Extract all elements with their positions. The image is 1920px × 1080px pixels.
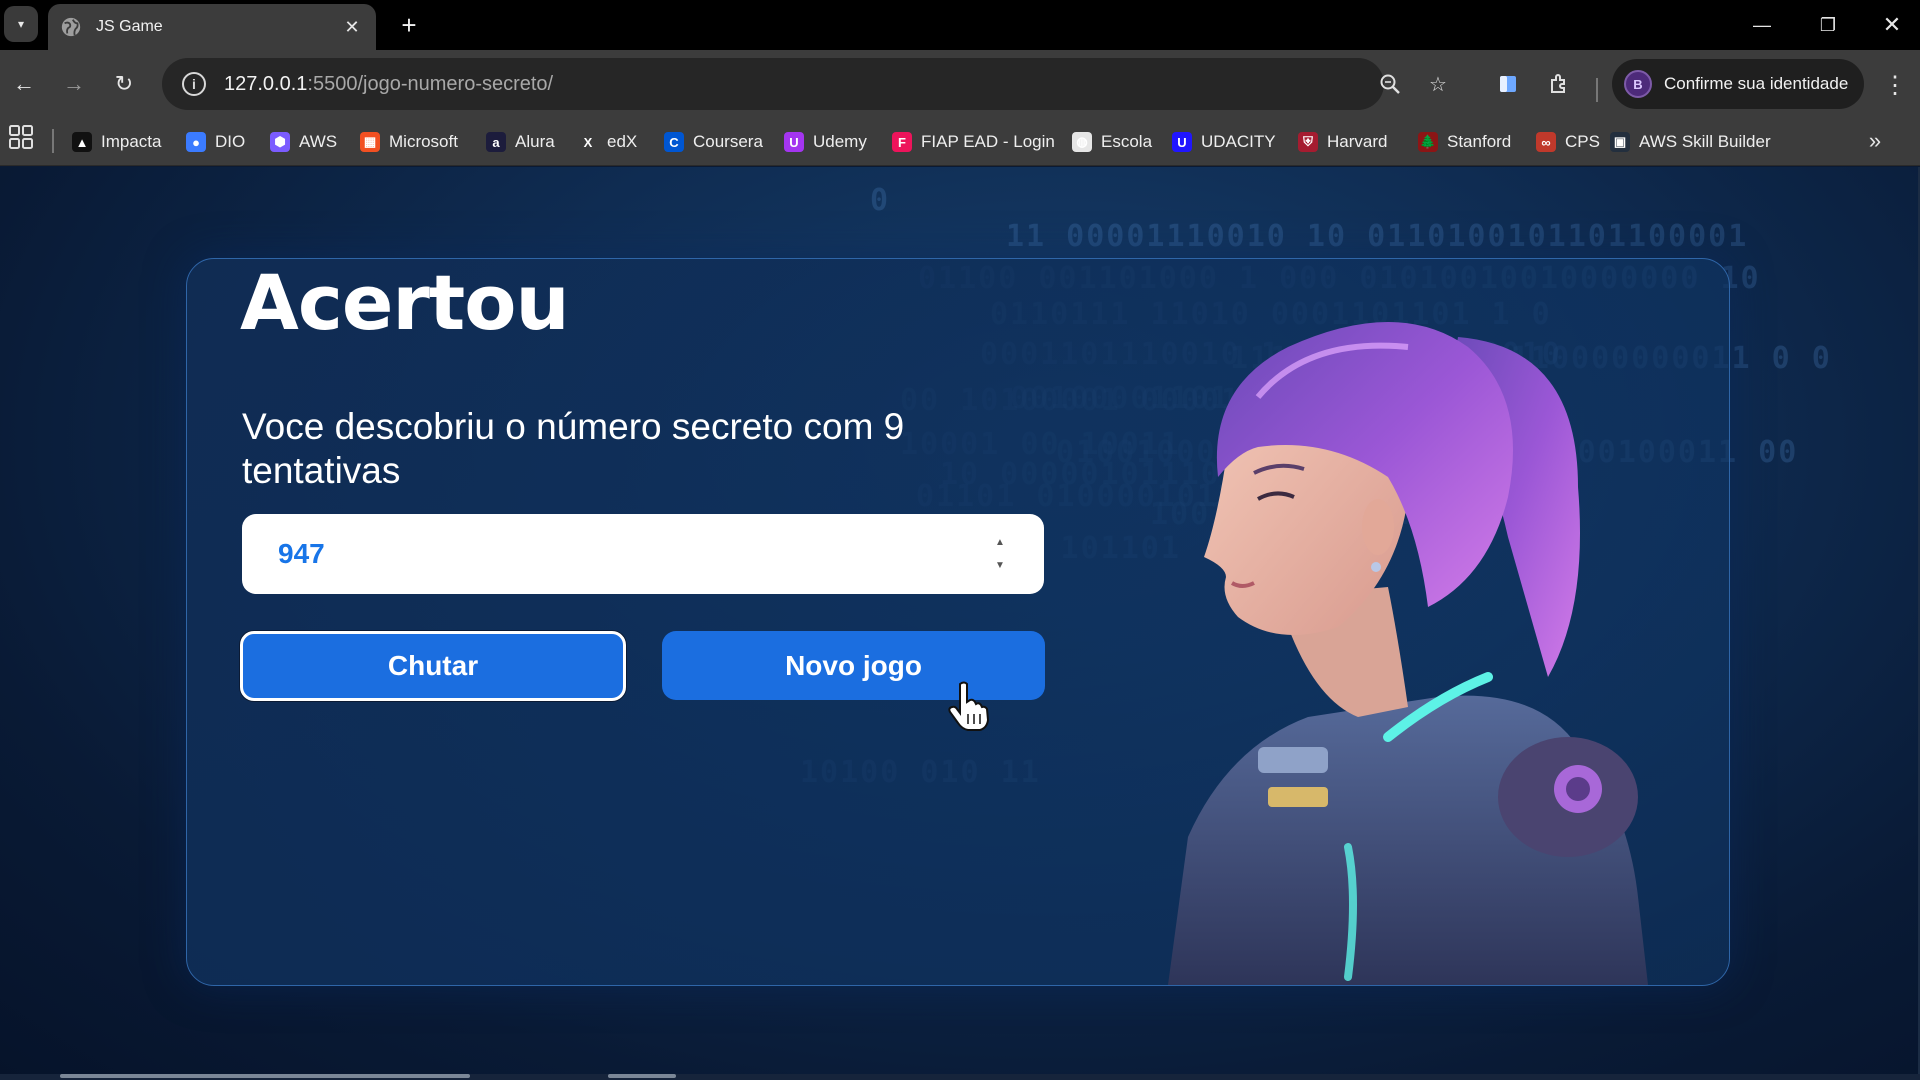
bookmarks-overflow-icon[interactable]: » [1860,126,1890,156]
binary-digits: 0 [870,183,891,218]
result-title: Acertou [240,258,570,347]
udemy-icon: U [784,132,804,152]
browser-toolbar: ← → ↻ i 127.0.0.1:5500/jogo-numero-secre… [0,50,1920,120]
forward-arrow-icon[interactable]: → [54,64,94,104]
bookmark-item[interactable]: 🌲 Stanford [1418,125,1511,159]
horizontal-scrollbar-thumb-secondary[interactable] [608,1074,676,1078]
bookmark-label: Stanford [1447,132,1512,151]
bookmarks-divider [52,129,54,153]
site-info-icon[interactable]: i [182,72,206,96]
impacta-icon: ▲ [72,132,92,152]
bookmark-label: Impacta [101,132,162,151]
new-tab-plus-icon[interactable]: + [392,8,426,42]
cps-icon: ∞ [1536,132,1556,152]
profile-avatar: B [1624,70,1652,98]
fiap-icon: F [892,132,912,152]
bookmark-item[interactable]: ▦ Microsoft [360,125,458,159]
udacity-icon: U [1172,132,1192,152]
restore-icon[interactable]: ❐ [1796,0,1860,50]
bookmark-label: Escola [1101,132,1153,151]
spin-down-icon[interactable]: ▼ [995,560,1005,571]
url-path: :5500/jogo-numero-secreto/ [307,72,554,95]
bookmark-label: edX [607,132,638,151]
bookmark-item[interactable]: ▲ Impacta [72,125,161,159]
horizontal-scrollbar-thumb[interactable] [60,1074,470,1078]
dio-icon: ● [186,132,206,152]
bookmark-label: UDACITY [1201,132,1276,151]
bookmark-item[interactable]: F FIAP EAD - Login [892,125,1055,159]
bookmark-item[interactable]: a Alura [486,125,555,159]
coursera-icon: C [664,132,684,152]
guess-button[interactable]: Chutar [240,631,626,701]
bookmark-label: AWS [299,132,338,151]
chrome-menu-icon[interactable]: ⋮ [1880,68,1910,102]
bookmark-item[interactable]: ⬢ AWS [270,125,337,159]
aws-skill-builder-icon: ▣ [1610,132,1630,152]
address-bar[interactable]: i 127.0.0.1:5500/jogo-numero-secreto/ [162,58,1384,110]
edx-icon: X [578,132,598,152]
reload-icon[interactable]: ↻ [104,64,144,104]
globe-icon: ◍ [1072,132,1092,152]
bookmark-label: DIO [215,132,246,151]
bookmark-label: Udemy [813,132,867,151]
apps-grid-icon[interactable] [8,124,34,150]
tab-title: JS Game [96,18,163,35]
alura-icon: a [486,132,506,152]
hand-cursor-icon [948,681,990,731]
profile-button[interactable]: B Confirme sua identidade [1612,59,1864,109]
bookmark-item[interactable]: U Udemy [784,125,867,159]
bookmark-item[interactable]: ◍ Escola [1072,125,1152,159]
extensions-puzzle-icon[interactable] [1544,68,1576,100]
tab-strip: ▾ JS Game ✕ + — ❐ ✕ [0,0,1920,50]
bookmark-label: CPS [1565,132,1600,151]
spin-up-icon[interactable]: ▲ [995,537,1005,548]
tab-search-dropdown-icon[interactable]: ▾ [4,6,38,42]
number-spinner[interactable]: ▲ ▼ [990,537,1010,571]
active-tab[interactable]: JS Game ✕ [48,4,376,50]
bookmark-label: Coursera [693,132,763,151]
bookmark-item[interactable]: C Coursera [664,125,763,159]
bookmark-label: Alura [515,132,555,151]
binary-digits: 11 00001110010 10 0110100101101100001 [1006,219,1749,254]
bookmark-label: Microsoft [389,132,458,151]
bookmark-item[interactable]: U UDACITY [1172,125,1276,159]
bookmark-item[interactable]: ▣ AWS Skill Builder [1610,125,1771,159]
url-host: 127.0.0.1 [224,72,308,95]
bookmark-item[interactable]: ● DIO [186,125,245,159]
stanford-icon: 🌲 [1418,132,1438,152]
bookmark-item[interactable]: XedX [578,125,637,159]
microsoft-icon: ▦ [360,132,380,152]
tab-close-icon[interactable]: ✕ [340,17,364,38]
bookmark-item[interactable]: ⛨ Harvard [1298,125,1387,159]
side-panel-icon[interactable] [1492,68,1524,100]
bookmark-label: AWS Skill Builder [1639,132,1771,151]
bookmark-label: FIAP EAD - Login [921,132,1055,151]
aws-cube-icon: ⬢ [270,132,290,152]
result-message: Voce descobriu o número secreto com 9 te… [242,406,905,491]
zoom-magnifier-icon[interactable] [1376,70,1404,98]
harvard-icon: ⛨ [1298,132,1318,152]
bookmark-star-icon[interactable]: ☆ [1424,70,1452,98]
toolbar-divider [1596,78,1598,102]
guess-number-input[interactable] [242,514,1044,594]
bookmark-label: Harvard [1327,132,1388,151]
minimize-icon[interactable]: — [1730,0,1794,50]
bookmark-item[interactable]: ∞ CPS [1536,125,1600,159]
profile-label: Confirme sua identidade [1664,74,1849,93]
back-arrow-icon[interactable]: ← [4,64,44,104]
window-close-icon[interactable]: ✕ [1860,0,1920,50]
globe-icon [61,17,81,37]
astronaut-girl-illustration [1168,322,1648,985]
